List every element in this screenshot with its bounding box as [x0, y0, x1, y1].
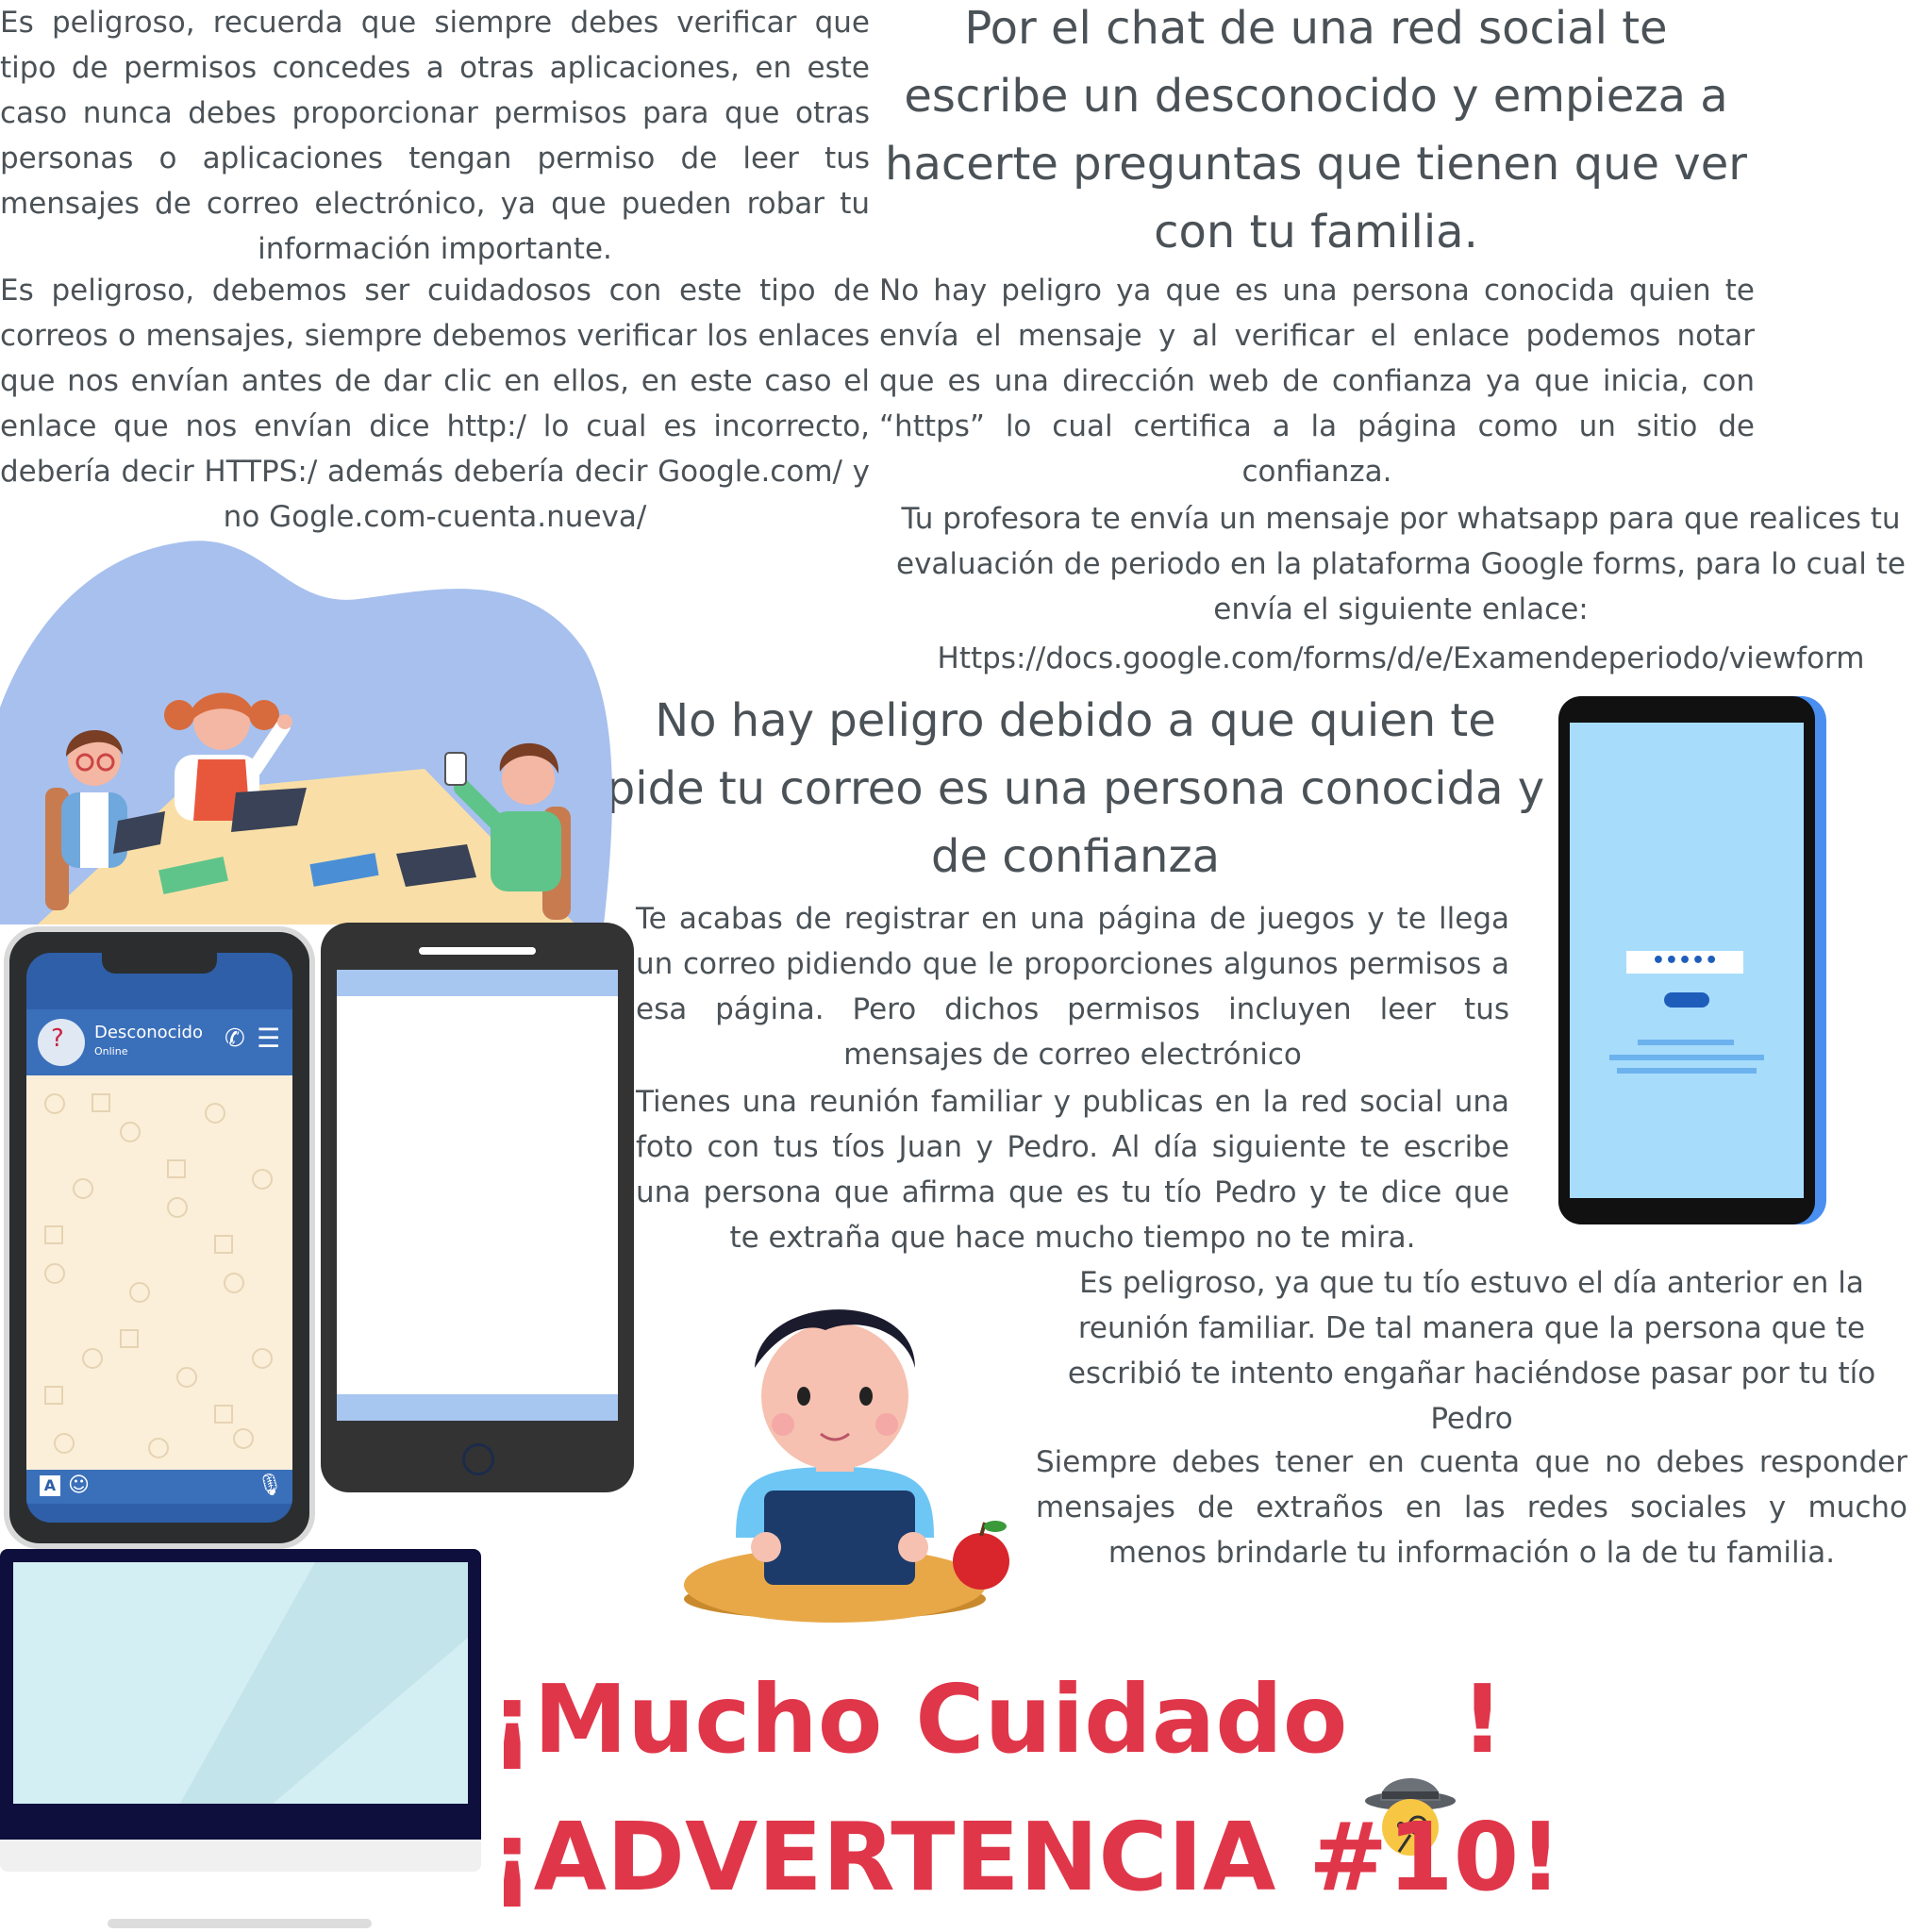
warning-title: ¡Mucho Cuidado !	[491, 1658, 1504, 1856]
login-phone: •••••	[1558, 696, 1826, 1224]
monitor-screen	[13, 1562, 468, 1832]
chat-phone-screen: ? Desconocido Online ✆ ☰ A ☺ 🎙	[26, 953, 292, 1523]
chat-phone: ? Desconocido Online ✆ ☰ A ☺ 🎙	[4, 926, 315, 1549]
blank-phone-screen	[337, 970, 618, 1421]
login-phone-screen: •••••	[1570, 723, 1804, 1198]
chat-wallpaper	[44, 1093, 273, 1458]
enlace-answer-text: Es peligroso, debemos ser cuidadosos con…	[0, 274, 870, 534]
profesora-question-text: Tu profesora te envía un mensaje por wha…	[896, 502, 1906, 626]
blank-phone	[321, 923, 634, 1492]
contact-status: Online	[94, 1045, 128, 1058]
boy-face	[761, 1323, 908, 1470]
tio-answer-text: Es peligroso, ya que tu tío estuvo el dí…	[1067, 1266, 1876, 1436]
reunion-question-text: Tienes una reunión familiar y publicas e…	[636, 1085, 1509, 1255]
profesora-link-text: Https://docs.google.com/forms/d/e/Examen…	[937, 641, 1865, 675]
kids-table-illustration	[0, 541, 612, 924]
warning-subtitle: ¡ADVERTENCIA #10!	[491, 1802, 1562, 1912]
juegos-question-text: Te acabas de registrar en una página de …	[636, 902, 1509, 1072]
phone-icon[interactable]: ✆	[225, 1024, 245, 1053]
password-field[interactable]: •••••	[1626, 951, 1743, 974]
boy-tablet-illustration	[684, 1309, 1009, 1623]
chat-header: ? Desconocido Online ✆ ☰	[26, 1009, 292, 1075]
desktop-monitor	[0, 1549, 481, 1928]
menu-icon[interactable]: ☰	[257, 1023, 280, 1054]
correo-answer-title: No hay peligro debido a que quien te pid…	[606, 694, 1545, 883]
home-button[interactable]	[462, 1443, 494, 1475]
apple	[953, 1533, 1009, 1590]
keyboard-icon[interactable]: A	[40, 1475, 60, 1496]
permisos-answer-text: Es peligroso, recuerda que siempre debes…	[0, 6, 870, 266]
chat-input-bar[interactable]: A ☺ 🎙	[26, 1470, 292, 1504]
text-line	[1609, 1055, 1764, 1060]
microphone-icon[interactable]: 🎙	[257, 1474, 283, 1497]
text-line	[1617, 1068, 1757, 1074]
phone-notch	[102, 953, 217, 974]
login-button[interactable]	[1664, 992, 1709, 1008]
tablet	[764, 1491, 915, 1585]
profesora-answer-text: No hay peligro ya que es una persona con…	[879, 274, 1755, 489]
monitor-stand	[108, 1919, 372, 1928]
monitor-chin	[0, 1840, 481, 1872]
chat-answer-text: Siempre debes tener en cuenta que no deb…	[1036, 1445, 1907, 1570]
emoji-icon[interactable]: ☺	[68, 1474, 90, 1497]
phone-speaker	[419, 947, 536, 955]
avatar[interactable]: ?	[38, 1019, 85, 1066]
text-line	[1638, 1040, 1734, 1045]
chat-area	[26, 1075, 292, 1470]
chat-question-title: Por el chat de una red social te escribe…	[885, 2, 1747, 258]
contact-name: Desconocido	[94, 1023, 203, 1042]
